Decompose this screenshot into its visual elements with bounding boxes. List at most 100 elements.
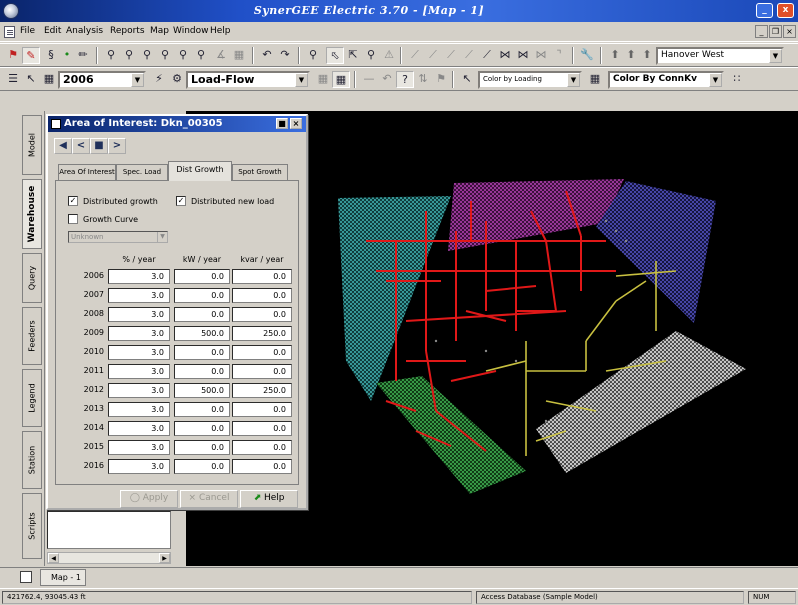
palette-icon[interactable]: ▦ bbox=[586, 71, 604, 88]
dash-icon[interactable]: — bbox=[360, 71, 378, 88]
tab-map-1[interactable]: Map - 1 bbox=[40, 569, 86, 586]
pct-input[interactable]: 3.0 bbox=[108, 402, 170, 417]
tab-spec-load[interactable]: Spec. Load bbox=[116, 164, 168, 181]
redo-icon[interactable]: ↷ bbox=[276, 47, 294, 64]
analysis-combo[interactable]: Load-Flow ▼ bbox=[186, 71, 310, 89]
pct-input[interactable]: 3.0 bbox=[108, 307, 170, 322]
mdi-restore-button[interactable]: ❐ bbox=[769, 25, 782, 38]
chevron-down-icon[interactable]: ▼ bbox=[709, 73, 722, 87]
line-tool-5-icon[interactable]: ⟋ bbox=[478, 47, 496, 64]
chevron-down-icon[interactable]: ▼ bbox=[131, 73, 144, 87]
layers-icon[interactable]: ☰ bbox=[4, 71, 22, 88]
menu-help[interactable]: Help bbox=[210, 26, 231, 36]
area-gray[interactable] bbox=[536, 331, 746, 473]
pct-input[interactable]: 3.0 bbox=[108, 383, 170, 398]
kvar-input[interactable]: 0.0 bbox=[232, 307, 292, 322]
pct-input[interactable]: 3.0 bbox=[108, 421, 170, 436]
horizontal-scrollbar[interactable]: ◀ ▶ bbox=[47, 552, 171, 564]
kvar-input[interactable]: 0.0 bbox=[232, 459, 292, 474]
minimize-button[interactable]: _ bbox=[756, 3, 773, 18]
find-icon[interactable]: ⚲ bbox=[304, 47, 322, 64]
arrows-icon[interactable]: ⇅ bbox=[414, 71, 432, 88]
line-tool-2-icon[interactable]: ⟋ bbox=[424, 47, 442, 64]
kvar-input[interactable]: 0.0 bbox=[232, 421, 292, 436]
menu-reports[interactable]: Reports bbox=[110, 26, 145, 36]
filter-3-icon[interactable]: ⬆ bbox=[638, 47, 656, 64]
year-combo[interactable]: 2006 ▼ bbox=[58, 71, 146, 89]
growth-curve-combo[interactable]: Unknown ▼ bbox=[68, 231, 168, 243]
kvar-input[interactable]: 0.0 bbox=[232, 269, 292, 284]
measure-icon[interactable]: ∡ bbox=[212, 47, 230, 64]
kvar-input[interactable]: 250.0 bbox=[232, 326, 292, 341]
distributed-new-load-checkbox[interactable]: ✓ bbox=[176, 196, 186, 206]
pct-input[interactable]: 3.0 bbox=[108, 269, 170, 284]
area-green[interactable] bbox=[376, 376, 526, 494]
tab-model[interactable]: Model bbox=[22, 115, 42, 175]
tree-view[interactable] bbox=[47, 511, 171, 549]
legend-icon[interactable]: ∷ bbox=[728, 71, 746, 88]
pct-input[interactable]: 3.0 bbox=[108, 345, 170, 360]
back-icon[interactable]: ↖ bbox=[458, 71, 476, 88]
mdi-minimize-button[interactable]: _ bbox=[755, 25, 768, 38]
tab-scripts[interactable]: Scripts bbox=[22, 493, 42, 559]
pct-input[interactable]: 3.0 bbox=[108, 440, 170, 455]
tab-station[interactable]: Station bbox=[22, 431, 42, 489]
kw-input[interactable]: 0.0 bbox=[174, 307, 230, 322]
kvar-input[interactable]: 0.0 bbox=[232, 440, 292, 455]
grid-icon[interactable]: ▦ bbox=[230, 47, 248, 64]
tab-query[interactable]: Query bbox=[22, 253, 42, 303]
arrow-icon[interactable]: ↖ bbox=[22, 71, 40, 88]
pct-input[interactable]: 3.0 bbox=[108, 326, 170, 341]
multi-line-1-icon[interactable]: ⋈ bbox=[496, 47, 514, 64]
tab-dist-growth[interactable]: Dist Growth bbox=[168, 161, 232, 181]
pct-input[interactable]: 3.0 bbox=[108, 364, 170, 379]
kw-input[interactable]: 500.0 bbox=[174, 383, 230, 398]
help-query-icon[interactable]: ? bbox=[396, 71, 414, 88]
pct-input[interactable]: 3.0 bbox=[108, 459, 170, 474]
nav-stop-icon[interactable]: ■ bbox=[90, 138, 108, 154]
line-tool-4-icon[interactable]: ⟋ bbox=[460, 47, 478, 64]
color-by-loading-combo[interactable]: Color by Loading ▼ bbox=[478, 71, 582, 89]
zoom-next-icon[interactable]: ⚲ bbox=[192, 47, 210, 64]
dialog-pin-button[interactable]: ■ bbox=[276, 118, 288, 129]
trace-icon[interactable]: ⇱ bbox=[344, 47, 362, 64]
document-icon[interactable] bbox=[4, 26, 15, 38]
nav-prev-icon[interactable]: < bbox=[72, 138, 90, 154]
analysis-settings-icon[interactable]: ⚙ bbox=[168, 71, 186, 88]
tab-spot-growth[interactable]: Spot Growth bbox=[232, 164, 288, 181]
kw-input[interactable]: 0.0 bbox=[174, 345, 230, 360]
zoom-out-icon[interactable]: ⚲ bbox=[120, 47, 138, 64]
menu-map[interactable]: Map bbox=[150, 26, 169, 36]
dialog-close-button[interactable]: × bbox=[290, 118, 302, 129]
run-icon[interactable]: ⚡ bbox=[150, 71, 168, 88]
report-icon[interactable]: ▦ bbox=[314, 71, 332, 88]
edit-icon[interactable]: ✎ bbox=[22, 47, 40, 64]
kvar-input[interactable]: 0.0 bbox=[232, 364, 292, 379]
results-icon[interactable]: ▦ bbox=[332, 71, 350, 88]
dialog-title-bar[interactable]: Area of Interest: Dkn_00305 ■ × bbox=[48, 116, 306, 132]
select-icon[interactable]: ⚑ bbox=[4, 47, 22, 64]
chevron-down-icon[interactable]: ▼ bbox=[295, 73, 308, 87]
area-combo[interactable]: Hanover West ▼ bbox=[656, 47, 784, 65]
menu-edit[interactable]: Edit bbox=[44, 26, 61, 36]
highlight-icon[interactable]: ⚠ bbox=[380, 47, 398, 64]
line-tool-1-icon[interactable]: ⟋ bbox=[406, 47, 424, 64]
kw-input[interactable]: 500.0 bbox=[174, 326, 230, 341]
kw-input[interactable]: 0.0 bbox=[174, 269, 230, 284]
bracket-icon[interactable]: ⌝ bbox=[550, 47, 568, 64]
kvar-input[interactable]: 0.0 bbox=[232, 402, 292, 417]
zoom-extent-icon[interactable]: ⚲ bbox=[156, 47, 174, 64]
pct-input[interactable]: 3.0 bbox=[108, 288, 170, 303]
chevron-down-icon[interactable]: ▼ bbox=[769, 49, 782, 63]
menu-window[interactable]: Window bbox=[173, 26, 209, 36]
search-icon[interactable]: ⚲ bbox=[362, 47, 380, 64]
growth-curve-checkbox[interactable] bbox=[68, 214, 78, 224]
prev-icon[interactable]: ↶ bbox=[378, 71, 396, 88]
kw-input[interactable]: 0.0 bbox=[174, 421, 230, 436]
scroll-left-icon[interactable]: ◀ bbox=[48, 553, 59, 563]
tab-warehouse[interactable]: Warehouse bbox=[22, 179, 42, 249]
pencil-icon[interactable]: ✏ bbox=[74, 47, 92, 64]
help-button[interactable]: ⬈ Help bbox=[240, 490, 298, 508]
mdi-close-button[interactable]: × bbox=[783, 25, 796, 38]
scroll-right-icon[interactable]: ▶ bbox=[159, 553, 170, 563]
